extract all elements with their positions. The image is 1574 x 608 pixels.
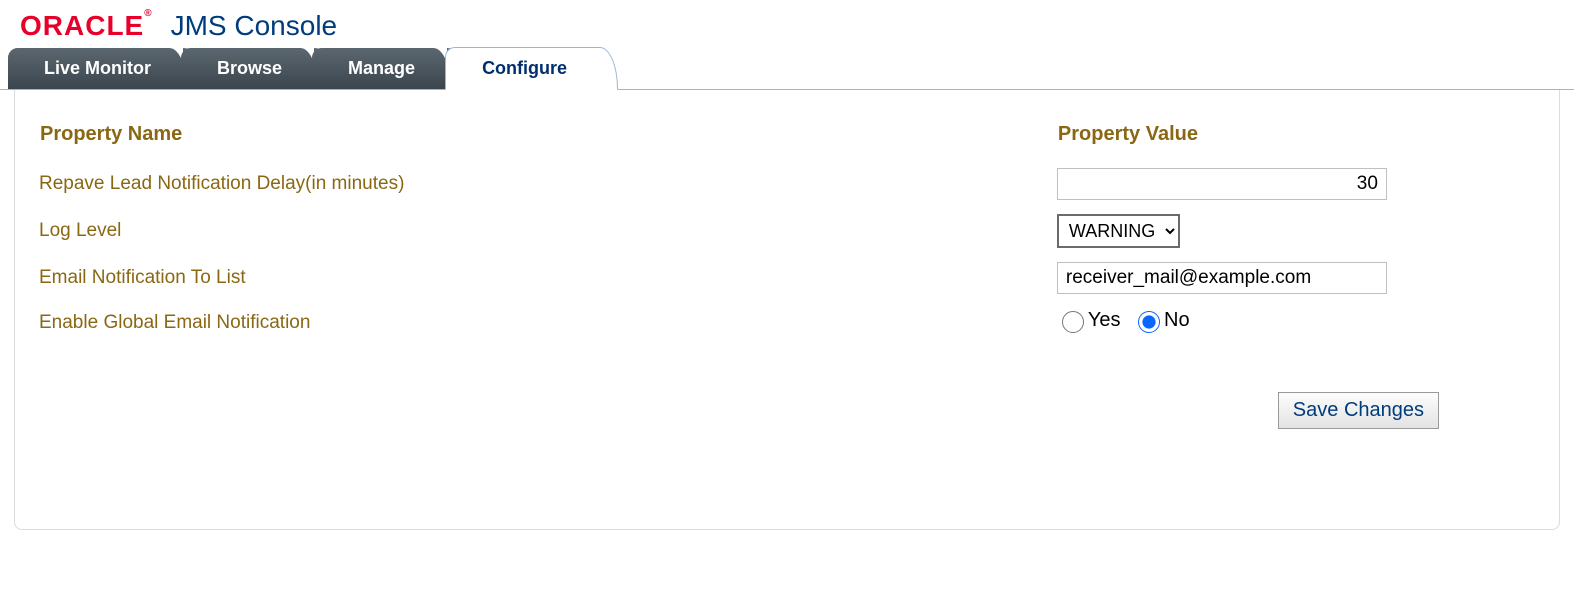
header: ORACLE® JMS Console [0,0,1574,48]
label-loglevel: Log Level [39,208,1055,254]
app-title: JMS Console [171,10,338,42]
tab-bar: Live Monitor Browse Manage Configure [0,48,1574,90]
tab-browse[interactable]: Browse [181,48,318,89]
oracle-logo: ORACLE® [20,10,153,42]
save-button[interactable]: Save Changes [1278,392,1439,429]
radio-yes-wrap[interactable]: Yes [1057,308,1121,333]
logo-text: ORACLE [20,10,144,41]
select-loglevel[interactable]: WARNING [1057,214,1180,248]
row-loglevel: Log Level WARNING [39,208,1535,254]
tab-live-monitor[interactable]: Live Monitor [8,48,187,89]
radio-yes[interactable] [1062,311,1084,333]
label-delay: Repave Lead Notification Delay(in minute… [39,162,1055,206]
row-global-email: Enable Global Email Notification Yes No [39,302,1535,344]
logo-trademark: ® [144,8,152,19]
property-table: Property Name Property Value Repave Lead… [37,120,1537,346]
content-panel: Property Name Property Value Repave Lead… [14,90,1560,530]
row-delay: Repave Lead Notification Delay(in minute… [39,162,1535,206]
radio-no-label: No [1164,309,1190,332]
radio-no[interactable] [1138,311,1160,333]
property-header-row: Property Name Property Value [39,122,1535,160]
header-property-name: Property Name [39,122,1055,160]
input-delay[interactable] [1057,168,1387,200]
tab-configure[interactable]: Configure [445,47,618,90]
radio-yes-label: Yes [1088,309,1121,332]
row-email-list: Email Notification To List [39,256,1535,300]
tab-manage[interactable]: Manage [312,48,451,89]
label-global-email: Enable Global Email Notification [39,302,1055,344]
label-email-list: Email Notification To List [39,256,1055,300]
header-property-value: Property Value [1057,122,1535,160]
input-email-list[interactable] [1057,262,1387,294]
radio-no-wrap[interactable]: No [1133,308,1190,333]
